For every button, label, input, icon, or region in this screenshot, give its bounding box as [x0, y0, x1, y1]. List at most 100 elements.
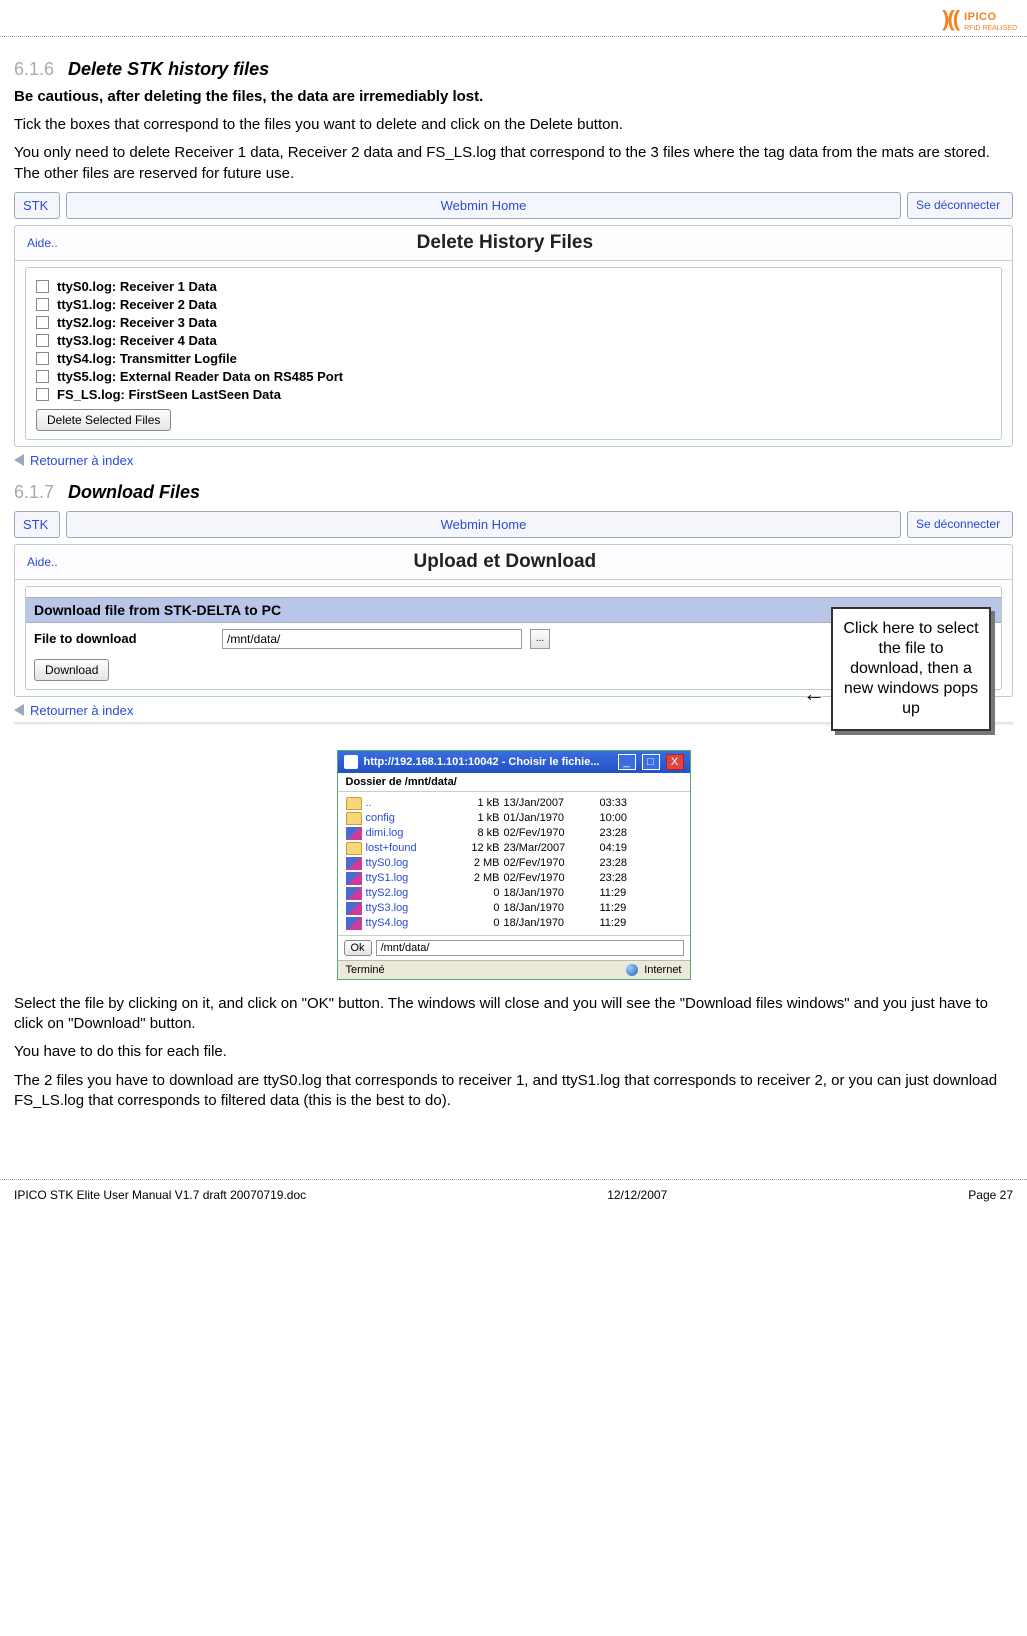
file-name: ttyS3.log — [366, 902, 448, 914]
instruction-text: You only need to delete Receiver 1 data,… — [14, 143, 1013, 184]
file-date: 18/Jan/1970 — [504, 887, 596, 899]
file-name: .. — [366, 797, 448, 809]
logout-button[interactable]: Se déconnecter — [907, 511, 1013, 538]
panel-title: Delete History Files — [8, 232, 1002, 254]
popup-path-input[interactable] — [376, 940, 684, 956]
file-checkbox-row: FS_LS.log: FirstSeen LastSeen Data — [36, 387, 991, 402]
popup-folder-header: Dossier de /mnt/data/ — [338, 773, 690, 792]
file-label: ttyS5.log: External Reader Data on RS485… — [57, 369, 343, 384]
checkbox[interactable] — [36, 370, 49, 383]
section-616-heading: 6.1.6Delete STK history files — [14, 59, 1013, 80]
file-size: 0 — [452, 917, 500, 929]
download-files-screenshot: STK Webmin Home Se déconnecter Aide.. Up… — [14, 511, 1013, 980]
maximize-button[interactable]: □ — [642, 754, 660, 770]
stk-button[interactable]: STK — [14, 511, 60, 538]
brand-tagline: RFID REALISED — [964, 25, 1017, 32]
file-time: 23:28 — [600, 827, 644, 839]
file-row[interactable]: ttyS0.log2 MB02/Fev/197023:28 — [346, 856, 682, 871]
file-row[interactable]: ..1 kB13/Jan/200703:33 — [346, 796, 682, 811]
file-name: ttyS0.log — [366, 857, 448, 869]
file-label: ttyS2.log: Receiver 3 Data — [57, 315, 217, 330]
ok-button[interactable]: Ok — [344, 940, 372, 956]
checkbox[interactable] — [36, 334, 49, 347]
stk-button[interactable]: STK — [14, 192, 60, 219]
file-date: 02/Fev/1970 — [504, 827, 596, 839]
return-link[interactable]: Retourner à index — [30, 453, 133, 468]
file-date: 23/Mar/2007 — [504, 842, 596, 854]
browse-button[interactable]: ... — [530, 629, 550, 649]
file-label: FS_LS.log: FirstSeen LastSeen Data — [57, 387, 281, 402]
return-link[interactable]: Retourner à index — [30, 703, 133, 718]
delete-files-screenshot: STK Webmin Home Se déconnecter Aide.. De… — [14, 192, 1013, 468]
checkbox[interactable] — [36, 316, 49, 329]
minimize-button[interactable]: _ — [618, 754, 636, 770]
file-date: 02/Fev/1970 — [504, 872, 596, 884]
webmin-home-button[interactable]: Webmin Home — [66, 511, 901, 538]
file-time: 03:33 — [600, 797, 644, 809]
file-checkbox-row: ttyS4.log: Transmitter Logfile — [36, 351, 991, 366]
file-icon — [346, 917, 362, 930]
instruction-text: Tick the boxes that correspond to the fi… — [14, 115, 1013, 135]
logout-button[interactable]: Se déconnecter — [907, 192, 1013, 219]
file-time: 11:29 — [600, 887, 644, 899]
ie-icon — [344, 755, 358, 769]
delete-selected-button[interactable]: Delete Selected Files — [36, 409, 171, 431]
instruction-text: You have to do this for each file. — [14, 1042, 1013, 1062]
file-chooser-popup: http://192.168.1.101:10042 - Choisir le … — [337, 750, 691, 980]
file-time: 04:19 — [600, 842, 644, 854]
footer-page: Page 27 — [968, 1188, 1013, 1202]
file-row[interactable]: ttyS3.log018/Jan/197011:29 — [346, 901, 682, 916]
checkbox[interactable] — [36, 352, 49, 365]
file-row[interactable]: dimi.log8 kB02/Fev/197023:28 — [346, 826, 682, 841]
brand-logo: )(( IPICO RFID REALISED — [942, 6, 1017, 32]
file-checkbox-row: ttyS5.log: External Reader Data on RS485… — [36, 369, 991, 384]
file-icon — [346, 902, 362, 915]
file-checkbox-row: ttyS0.log: Receiver 1 Data — [36, 279, 991, 294]
file-row[interactable]: ttyS4.log018/Jan/197011:29 — [346, 916, 682, 931]
file-icon — [346, 872, 362, 885]
file-label: ttyS3.log: Receiver 4 Data — [57, 333, 217, 348]
checkbox[interactable] — [36, 298, 49, 311]
file-icon — [346, 827, 362, 840]
file-label: ttyS0.log: Receiver 1 Data — [57, 279, 217, 294]
file-checkbox-row: ttyS1.log: Receiver 2 Data — [36, 297, 991, 312]
file-label: ttyS1.log: Receiver 2 Data — [57, 297, 217, 312]
file-row[interactable]: ttyS2.log 0 18/Jan/1970 11:29 — [346, 886, 682, 901]
checkbox[interactable] — [36, 388, 49, 401]
file-date: 01/Jan/1970 — [504, 812, 596, 824]
file-size: 8 kB — [452, 827, 500, 839]
file-checkbox-row: ttyS3.log: Receiver 4 Data — [36, 333, 991, 348]
folder-icon — [346, 842, 362, 855]
file-date: 13/Jan/2007 — [504, 797, 596, 809]
footer-filename: IPICO STK Elite User Manual V1.7 draft 2… — [14, 1188, 306, 1202]
file-row[interactable]: config 1 kB 01/Jan/1970 10:00 — [346, 811, 682, 826]
download-button[interactable]: Download — [34, 659, 109, 681]
file-size: 12 kB — [452, 842, 500, 854]
status-done: Terminé — [346, 964, 621, 976]
close-button[interactable]: X — [666, 754, 684, 770]
file-row[interactable]: lost+found12 kB23/Mar/200704:19 — [346, 841, 682, 856]
file-to-download-label: File to download — [34, 631, 214, 646]
file-name: config — [366, 812, 448, 824]
section-617-heading: 6.1.7Download Files — [14, 482, 1013, 503]
download-path-input[interactable] — [222, 629, 522, 649]
file-checkbox-row: ttyS2.log: Receiver 3 Data — [36, 315, 991, 330]
file-size: 2 MB — [452, 872, 500, 884]
file-size: 1 kB — [452, 812, 500, 824]
file-time: 10:00 — [600, 812, 644, 824]
file-date: 18/Jan/1970 — [504, 902, 596, 914]
file-time: 23:28 — [600, 857, 644, 869]
file-size: 0 — [452, 902, 500, 914]
file-size: 0 — [452, 887, 500, 899]
folder-icon — [346, 812, 362, 825]
brand-name: IPICO — [964, 11, 996, 23]
file-row[interactable]: ttyS1.log2 MB02/Fev/197023:28 — [346, 871, 682, 886]
webmin-home-button[interactable]: Webmin Home — [66, 192, 901, 219]
file-name: ttyS1.log — [366, 872, 448, 884]
globe-icon — [626, 964, 638, 976]
file-icon — [346, 887, 362, 900]
file-name: ttyS2.log — [366, 887, 448, 899]
checkbox[interactable] — [36, 280, 49, 293]
file-date: 18/Jan/1970 — [504, 917, 596, 929]
back-arrow-icon — [14, 454, 24, 466]
